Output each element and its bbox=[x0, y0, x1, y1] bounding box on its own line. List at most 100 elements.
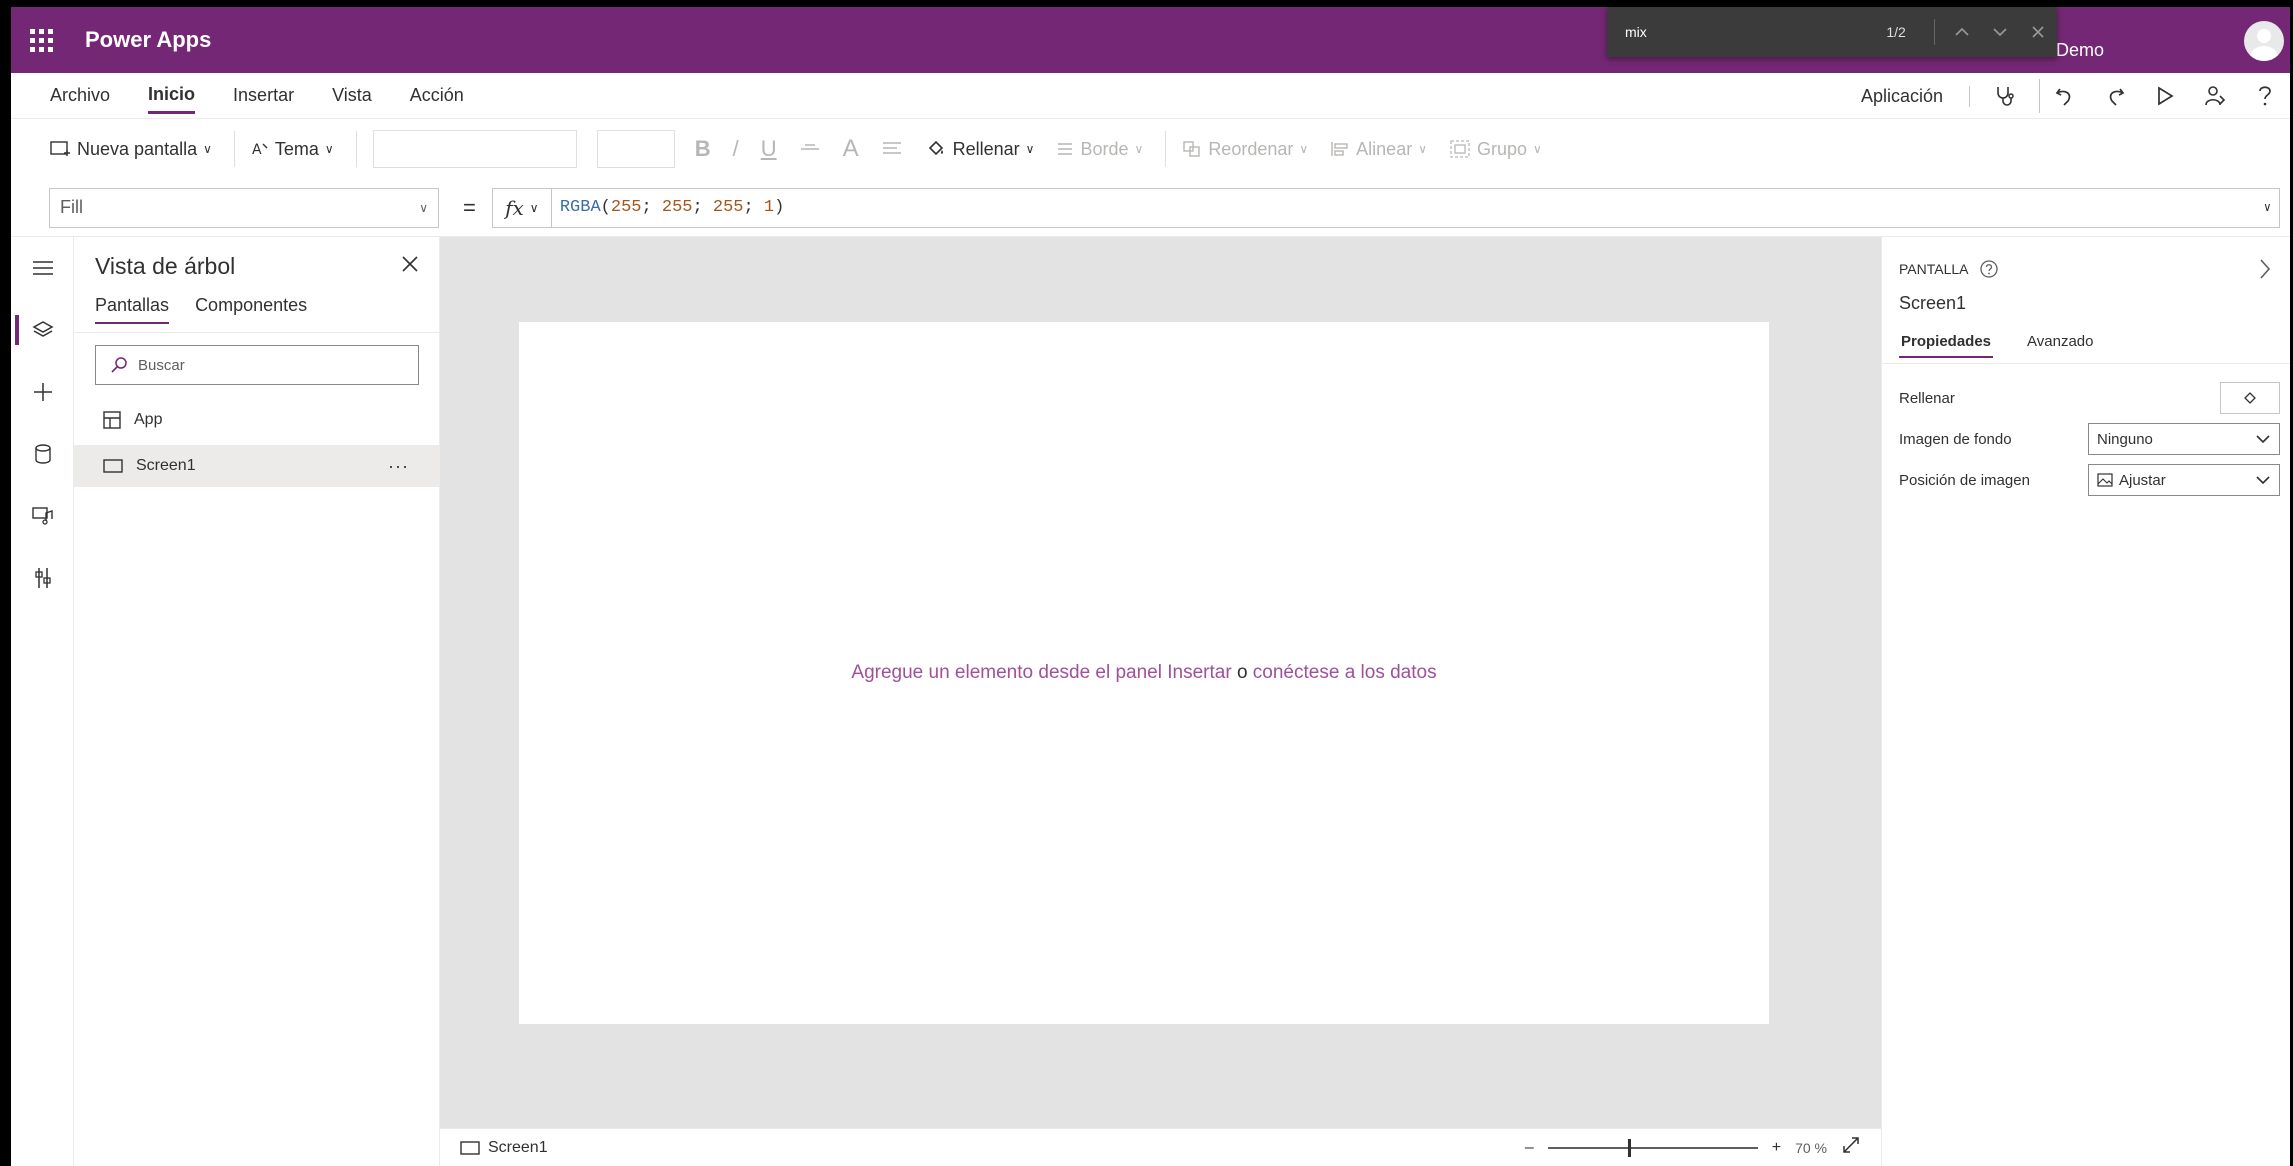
tree-view-title: Vista de árbol bbox=[95, 252, 236, 279]
avatar[interactable] bbox=[2244, 21, 2284, 61]
tree-search-box[interactable]: Buscar bbox=[95, 345, 419, 385]
chevron-down-icon: ∨ bbox=[203, 142, 212, 156]
strikethrough-icon[interactable] bbox=[799, 141, 821, 157]
help-icon[interactable] bbox=[2240, 84, 2290, 108]
menu-insertar[interactable]: Insertar bbox=[233, 79, 294, 112]
screen-icon bbox=[103, 459, 123, 473]
play-icon[interactable] bbox=[2140, 85, 2190, 107]
chevron-down-icon: ∨ bbox=[529, 200, 539, 215]
text-align-icon[interactable] bbox=[881, 141, 903, 157]
find-close-icon[interactable] bbox=[2019, 17, 2057, 47]
image-position-dropdown[interactable]: Ajustar bbox=[2088, 464, 2280, 496]
font-size-dropdown[interactable] bbox=[596, 130, 675, 168]
fill-button[interactable]: Rellenar ∨ bbox=[925, 138, 1034, 160]
stethoscope-icon[interactable] bbox=[1970, 79, 2040, 113]
hamburger-icon[interactable] bbox=[11, 237, 74, 299]
bold-button[interactable]: B bbox=[695, 136, 711, 162]
redo-icon[interactable] bbox=[2090, 85, 2140, 107]
chevron-down-icon: ∨ bbox=[1299, 142, 1309, 156]
zoom-unit: % bbox=[1814, 1139, 1827, 1156]
insert-plus-icon[interactable] bbox=[11, 361, 74, 423]
properties-kind: PANTALLA bbox=[1899, 261, 1969, 277]
formula-arg-red: 255 bbox=[610, 198, 642, 217]
app-window: Power Apps Demo 1/2 Archivo Inicio Inser… bbox=[11, 7, 2290, 1166]
reorder-button[interactable]: Reordenar ∨ bbox=[1182, 139, 1308, 160]
app-launcher-icon[interactable] bbox=[11, 7, 71, 73]
property-dropdown[interactable]: Fill ∨ bbox=[49, 187, 439, 228]
tree-item-screen1[interactable]: Screen1 ··· bbox=[74, 445, 439, 487]
zoom-slider-thumb[interactable] bbox=[1627, 1138, 1631, 1157]
toolbar-divider bbox=[233, 131, 235, 167]
formula-separator: ; bbox=[692, 198, 713, 217]
zoom-value: 70 % bbox=[1795, 1140, 1827, 1156]
tree-item-app[interactable]: App bbox=[74, 399, 439, 441]
expand-formula-icon[interactable]: ∨ bbox=[2264, 200, 2271, 215]
formula-separator: ; bbox=[743, 198, 764, 217]
fill-color-picker[interactable] bbox=[2220, 382, 2280, 414]
close-icon[interactable] bbox=[401, 255, 419, 278]
menu-inicio[interactable]: Inicio bbox=[148, 78, 196, 114]
find-previous-icon[interactable] bbox=[1943, 17, 1981, 47]
toolbar-divider bbox=[355, 131, 357, 167]
data-icon[interactable] bbox=[11, 423, 74, 485]
font-color-button[interactable]: A bbox=[843, 135, 859, 163]
current-screen-selector[interactable]: Screen1 bbox=[460, 1139, 548, 1157]
connect-data-link[interactable]: conéctese a los datos bbox=[1253, 662, 1437, 683]
chevron-right-icon[interactable] bbox=[2258, 257, 2272, 286]
font-family-dropdown[interactable] bbox=[372, 130, 577, 168]
empty-screen-message: Agregue un elemento desde el panel Inser… bbox=[519, 662, 1769, 684]
advanced-tools-icon[interactable] bbox=[11, 547, 74, 609]
more-options-icon[interactable]: ··· bbox=[388, 456, 409, 477]
props-divider bbox=[1882, 363, 2290, 364]
tree-view-panel: Vista de árbol Pantallas Componentes Bus… bbox=[74, 237, 440, 1166]
fill-property-label: Rellenar bbox=[1899, 389, 1955, 407]
help-circle-icon[interactable] bbox=[1979, 259, 1999, 279]
tab-avanzado[interactable]: Avanzado bbox=[2025, 333, 2095, 358]
formula-bar: Fill ∨ = fx ∨ RGBA(255; 255; 255; 1) ∨ bbox=[11, 179, 2290, 237]
image-position-selection: Ajustar bbox=[2097, 472, 2166, 489]
reorder-icon bbox=[1183, 141, 1201, 157]
fill-property-row: Rellenar bbox=[1899, 381, 2280, 415]
align-button[interactable]: Alinear ∨ bbox=[1330, 139, 1427, 160]
tab-pantallas[interactable]: Pantallas bbox=[95, 295, 170, 324]
image-icon bbox=[2097, 473, 2113, 487]
message-connector: o bbox=[1231, 662, 1253, 683]
tree-item-label: App bbox=[134, 411, 163, 428]
zoom-in-button[interactable]: + bbox=[1772, 1139, 1781, 1157]
new-screen-button[interactable]: Nueva pantalla ∨ bbox=[49, 139, 212, 160]
bg-image-value: Ninguno bbox=[2097, 430, 2153, 448]
find-separator bbox=[1934, 19, 1936, 45]
formula-input[interactable]: RGBA(255; 255; 255; 1) ∨ bbox=[551, 187, 2280, 228]
border-button[interactable]: Borde ∨ bbox=[1056, 139, 1143, 160]
tab-propiedades[interactable]: Propiedades bbox=[1899, 333, 1994, 358]
fit-to-window-icon[interactable] bbox=[1841, 1135, 1861, 1160]
group-button[interactable]: Grupo ∨ bbox=[1449, 139, 1542, 160]
zoom-slider[interactable] bbox=[1547, 1138, 1758, 1157]
tree-view-icon[interactable] bbox=[11, 299, 74, 361]
border-icon bbox=[1058, 143, 1073, 155]
menu-vista[interactable]: Vista bbox=[332, 79, 372, 112]
menu-archivo[interactable]: Archivo bbox=[50, 79, 110, 112]
find-count: 1/2 bbox=[1886, 24, 1906, 40]
undo-icon[interactable] bbox=[2040, 85, 2090, 107]
formula-arg-blue: 255 bbox=[712, 198, 744, 217]
tab-componentes[interactable]: Componentes bbox=[195, 295, 307, 322]
app-checker-button[interactable]: Aplicación bbox=[1861, 85, 1970, 107]
menu-accion[interactable]: Acción bbox=[410, 79, 464, 112]
italic-button[interactable]: / bbox=[733, 136, 739, 162]
chevron-down-icon bbox=[2256, 476, 2270, 485]
media-icon[interactable] bbox=[11, 485, 74, 547]
find-next-icon[interactable] bbox=[1981, 17, 2019, 47]
bg-image-dropdown[interactable]: Ninguno bbox=[2088, 423, 2280, 455]
underline-button[interactable]: U bbox=[761, 136, 777, 162]
search-icon bbox=[111, 357, 127, 373]
group-label: Grupo bbox=[1477, 138, 1528, 159]
formula-arg-green: 255 bbox=[661, 198, 693, 217]
fx-button[interactable]: fx ∨ bbox=[491, 187, 552, 228]
find-input[interactable] bbox=[1625, 24, 1887, 40]
share-user-icon[interactable] bbox=[2190, 84, 2240, 108]
theme-button[interactable]: A Tema ∨ bbox=[251, 139, 334, 160]
zoom-out-button[interactable]: – bbox=[1525, 1139, 1534, 1157]
screen-canvas[interactable]: Agregue un elemento desde el panel Inser… bbox=[519, 322, 1769, 1024]
insert-panel-link[interactable]: Agregue un elemento desde el panel Inser… bbox=[851, 662, 1231, 683]
